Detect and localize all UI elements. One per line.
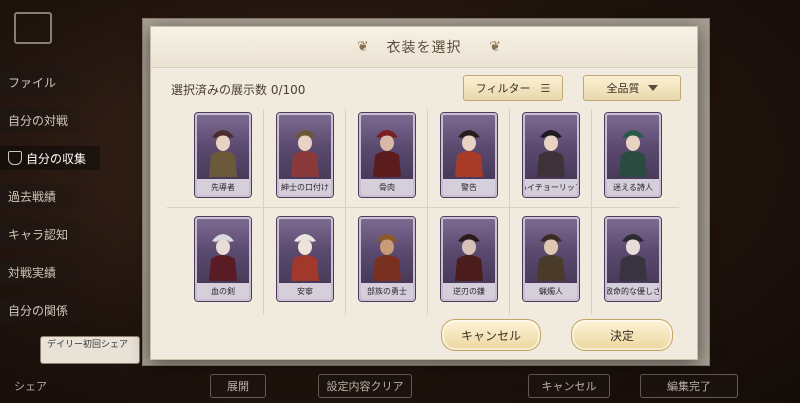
grid-divider — [263, 109, 264, 315]
costume-name: 血の剣 — [197, 283, 249, 299]
filter-label: フィルター — [475, 82, 531, 95]
menu-item-relations[interactable]: 自分の関係 — [0, 298, 80, 322]
cancel-button[interactable]: キャンセル — [441, 319, 541, 351]
costume-portrait — [619, 234, 647, 281]
costume-card[interactable]: 先導者 — [195, 113, 251, 197]
costume-card[interactable]: 紳士の口付け — [277, 113, 333, 197]
costume-name: ハイチョーリップ — [525, 179, 577, 195]
costume-select-modal: ❦ 衣装を選択 ❦ 選択済みの展示数 0/100 フィルター ☰ 全品質 先導者… — [150, 26, 698, 360]
modal-title: 衣装を選択 — [386, 40, 462, 56]
costume-name: 逆刃の鎌 — [443, 283, 495, 299]
costume-portrait — [373, 234, 401, 281]
leaf-left-icon: ❦ — [357, 39, 369, 55]
menu-item-label: ファイル — [8, 75, 57, 90]
costume-card[interactable]: 逆刃の鎌 — [441, 217, 497, 301]
selected-count: 選択済みの展示数 0/100 — [171, 83, 306, 97]
grid-divider — [509, 109, 510, 315]
costume-name: 警告 — [443, 179, 495, 195]
costume-card[interactable]: 部族の勇士 — [359, 217, 415, 301]
costume-portrait — [291, 130, 319, 177]
grid-row-divider — [167, 207, 679, 208]
share-bubble: デイリー初回シェア — [40, 336, 140, 364]
menu-item-my-collection[interactable]: 自分の収集 — [0, 146, 100, 170]
menu-item-history[interactable]: 過去戦績 — [0, 184, 80, 208]
costume-card[interactable]: 致命的な優しさ — [605, 217, 661, 301]
filter-button[interactable]: フィルター ☰ — [463, 75, 563, 101]
leaf-right-icon: ❦ — [489, 39, 501, 55]
edit-complete-button[interactable]: 編集完了 — [640, 374, 738, 398]
costume-card[interactable]: 警告 — [441, 113, 497, 197]
grid-divider — [427, 109, 428, 315]
menu-item-label: 自分の関係 — [8, 303, 69, 318]
costume-name: 紳士の口付け — [279, 179, 331, 195]
costume-portrait — [209, 234, 237, 281]
side-menu: ファイル 自分の対戦 自分の収集 過去戦績 キャラ認知 対戦実績 自分の関係 — [0, 70, 110, 336]
costume-card[interactable]: 蝋燭人 — [523, 217, 579, 301]
grid-divider — [591, 109, 592, 315]
bg-cancel-button[interactable]: キャンセル — [528, 374, 610, 398]
costume-name: 迷える詩人 — [607, 179, 659, 195]
menu-item-label: 過去戦績 — [8, 189, 57, 204]
exit-icon[interactable] — [14, 12, 52, 44]
costume-card[interactable]: 安寧 — [277, 217, 333, 301]
menu-item-label: 自分の収集 — [26, 151, 87, 166]
costume-name: 致命的な優しさ — [607, 283, 659, 299]
costume-name: 先導者 — [197, 179, 249, 195]
modal-header: ❦ 衣装を選択 ❦ — [151, 27, 697, 68]
menu-item-label: キャラ認知 — [8, 227, 69, 242]
clear-settings-button[interactable]: 設定内容クリア — [318, 374, 412, 398]
costume-name: 骨肉 — [361, 179, 413, 195]
costume-card[interactable]: 骨肉 — [359, 113, 415, 197]
menu-item-achievements[interactable]: 対戦実績 — [0, 260, 80, 284]
costume-portrait — [455, 234, 483, 281]
menu-item-label: 対戦実績 — [8, 265, 57, 280]
costume-portrait — [209, 130, 237, 177]
expand-button[interactable]: 展開 — [210, 374, 266, 398]
costume-portrait — [537, 234, 565, 281]
quality-label: 全品質 — [606, 82, 640, 95]
costume-portrait — [455, 130, 483, 177]
menu-item-file[interactable]: ファイル — [0, 70, 80, 94]
costume-grid: 先導者 紳士の口付け 骨肉 警告 ハイチョーリップ 迷える詩人血の剣 安寧 部族の勇士 逆刃の鎌… — [167, 109, 679, 315]
grid-divider — [345, 109, 346, 315]
costume-card[interactable]: 迷える詩人 — [605, 113, 661, 197]
chevron-down-icon — [647, 85, 658, 91]
costume-portrait — [537, 130, 565, 177]
costume-card[interactable]: ハイチョーリップ — [523, 113, 579, 197]
costume-name: 蝋燭人 — [525, 283, 577, 299]
shield-icon — [8, 151, 22, 165]
costume-portrait — [291, 234, 319, 281]
list-icon: ☰ — [540, 81, 551, 95]
confirm-button[interactable]: 決定 — [571, 319, 673, 351]
costume-name: 部族の勇士 — [361, 283, 413, 299]
costume-portrait — [373, 130, 401, 177]
costume-card[interactable]: 血の剣 — [195, 217, 251, 301]
menu-item-my-battles[interactable]: 自分の対戦 — [0, 108, 80, 132]
share-button[interactable]: シェア — [14, 378, 47, 394]
menu-item-characters[interactable]: キャラ認知 — [0, 222, 80, 246]
quality-dropdown[interactable]: 全品質 — [583, 75, 681, 101]
costume-name: 安寧 — [279, 283, 331, 299]
menu-item-label: 自分の対戦 — [8, 113, 69, 128]
costume-portrait — [619, 130, 647, 177]
